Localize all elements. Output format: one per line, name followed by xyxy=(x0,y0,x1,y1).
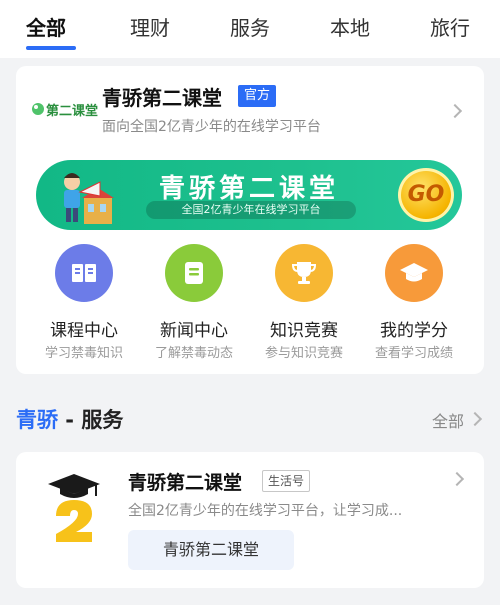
tab-all[interactable]: 全部 xyxy=(26,12,66,41)
tab-local[interactable]: 本地 xyxy=(330,12,370,41)
top-tab-bar: 全部 理财 服务 本地 旅行 xyxy=(0,0,500,58)
app-logo: 第二课堂 xyxy=(30,96,102,122)
chevron-right-icon[interactable] xyxy=(449,471,465,487)
feature-label: 课程中心 xyxy=(50,321,118,341)
tab-finance[interactable]: 理财 xyxy=(130,12,170,41)
feature-sub: 查看学习成绩 xyxy=(374,346,453,361)
service-chip[interactable]: 青骄第二课堂 xyxy=(128,530,294,570)
feature-sub: 参与知识竞赛 xyxy=(264,346,343,361)
chevron-right-icon[interactable] xyxy=(447,103,463,119)
section-name: 服务 xyxy=(81,408,124,432)
life-account-badge: 生活号 xyxy=(262,470,311,492)
feature-news-center[interactable]: 新闻中心 了解禁毒动态 xyxy=(144,244,244,362)
banner-subtitle: 全国2亿青少年在线学习平台 xyxy=(146,201,356,219)
feature-label: 知识竞赛 xyxy=(270,321,338,341)
service-title: 青骄第二课堂 xyxy=(128,472,243,494)
feature-my-credits[interactable]: 我的学分 查看学习成绩 xyxy=(364,244,464,362)
service-card[interactable]: 青骄第二课堂 生活号 全国2亿青少年的在线学习平台，让学习成... 青骄第二课堂 xyxy=(16,452,484,588)
book-icon xyxy=(55,244,113,302)
feature-knowledge-contest[interactable]: 知识竞赛 参与知识竞赛 xyxy=(254,244,354,362)
go-button[interactable]: GO xyxy=(398,168,454,222)
card-title: 青骄第二课堂 xyxy=(102,86,222,110)
feature-sub: 学习禁毒知识 xyxy=(44,346,123,361)
section-title: 青骄 - 服务 xyxy=(16,404,123,434)
active-tab-indicator xyxy=(26,46,76,50)
tab-travel[interactable]: 旅行 xyxy=(430,12,470,41)
news-icon xyxy=(165,244,223,302)
promo-banner[interactable]: 青骄第二课堂 全国2亿青少年在线学习平台 GO xyxy=(36,160,462,230)
service-description: 全国2亿青少年的在线学习平台，让学习成... xyxy=(128,503,403,519)
chevron-right-icon[interactable] xyxy=(467,411,483,427)
feature-label: 我的学分 xyxy=(380,321,448,341)
section-brand: 青骄 xyxy=(16,408,58,432)
miniapp-card[interactable]: 第二课堂 青骄第二课堂 官方 面向全国2亿青少年的在线学习平台 青骄第二课堂 全… xyxy=(16,66,484,374)
section-separator: - xyxy=(58,408,82,432)
see-all-link[interactable]: 全部 xyxy=(432,408,464,432)
trophy-icon xyxy=(275,244,333,302)
feature-sub: 了解禁毒动态 xyxy=(154,346,233,361)
feature-label: 新闻中心 xyxy=(160,321,228,341)
app-logo-text: 第二课堂 xyxy=(46,103,98,119)
graduation-cap-icon xyxy=(385,244,443,302)
service-logo xyxy=(46,472,102,544)
feature-course-center[interactable]: 课程中心 学习禁毒知识 xyxy=(34,244,134,362)
tab-services[interactable]: 服务 xyxy=(230,12,270,41)
card-subtitle: 面向全国2亿青少年的在线学习平台 xyxy=(102,119,321,135)
official-badge: 官方 xyxy=(238,85,277,107)
